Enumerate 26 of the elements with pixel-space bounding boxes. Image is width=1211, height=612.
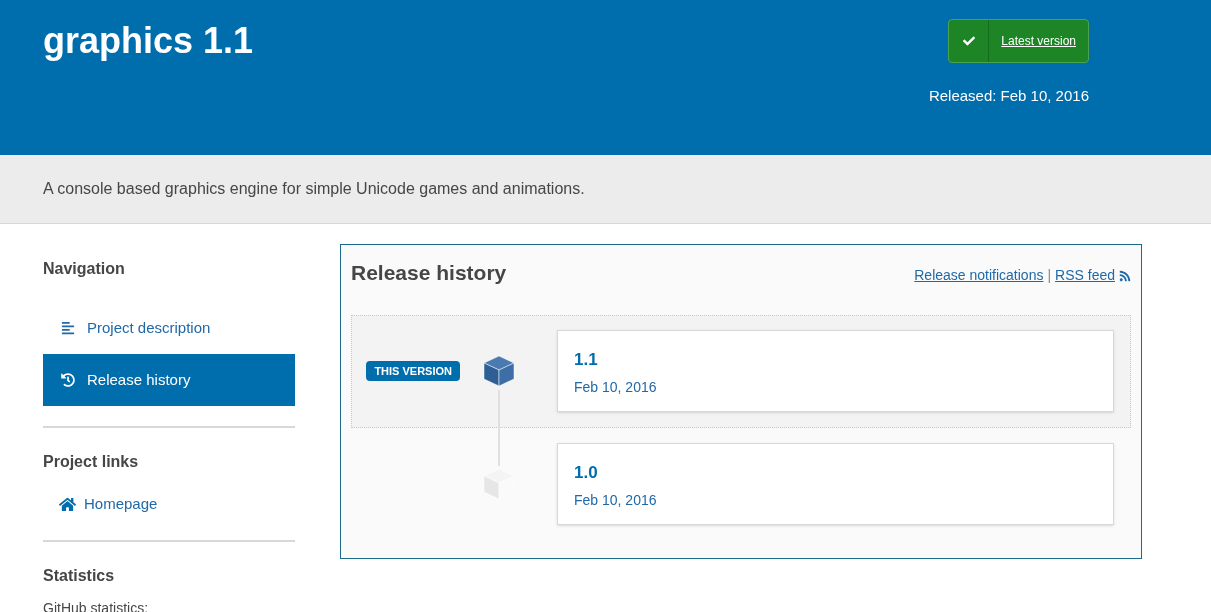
sidebar-heading: Project links [43, 452, 140, 472]
history-icon [61, 373, 75, 387]
panel-title: Release history [351, 260, 507, 286]
package-title: graphics 1.1 [43, 19, 254, 63]
latest-version-button[interactable]: Latest version [948, 19, 1089, 63]
release-version: 1.1 [574, 349, 598, 371]
homepage-link[interactable]: Homepage [43, 486, 295, 522]
release-version: 1.0 [574, 462, 598, 484]
package-summary: A console based graphics engine for simple Unicode games and animations. [43, 179, 585, 199]
release-card[interactable]: 1.0 Feb 10, 2016 [557, 443, 1114, 525]
rss-icon [1119, 269, 1131, 282]
link-separator: | [1047, 266, 1052, 285]
nav-item[interactable]: Release history [43, 354, 295, 406]
release-card[interactable]: 1.1 Feb 10, 2016 [557, 330, 1114, 412]
sidebar-heading: Navigation [43, 259, 126, 279]
sidebar-heading: Statistics [43, 566, 116, 586]
release-notifications-link[interactable]: Release notifications [914, 265, 1044, 286]
lines-icon [61, 321, 75, 335]
home-icon [59, 495, 76, 513]
release-date: Feb 10, 2016 [574, 377, 657, 397]
this-version-badge: THIS VERSION [366, 360, 460, 382]
check-icon [962, 35, 975, 47]
rss-feed-link[interactable]: RSS feed [1055, 265, 1131, 286]
release-date: Released: Feb 10, 2016 [928, 86, 1089, 106]
release-date: Feb 10, 2016 [574, 490, 657, 510]
nav-item[interactable]: Project description [43, 302, 295, 354]
